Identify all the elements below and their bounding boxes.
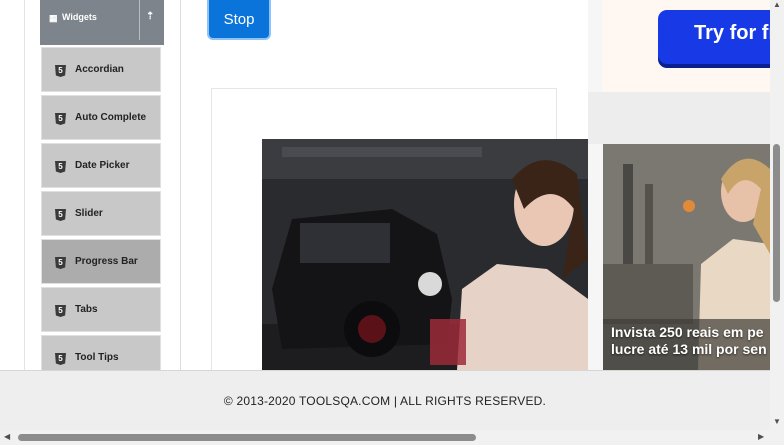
group-label: Widgets <box>62 12 97 22</box>
scroll-left-icon[interactable]: ◀ <box>4 432 10 441</box>
ad-photo <box>262 139 588 370</box>
html5-icon: 5 <box>55 257 66 269</box>
sidebar-item-tool-tips[interactable]: 5 Tool Tips <box>41 335 161 370</box>
sidebar-item-tabs[interactable]: 5 Tabs <box>41 287 161 332</box>
sidebar-item-label: Accordian <box>75 64 124 75</box>
ad-image[interactable] <box>262 139 588 370</box>
html5-icon: 5 <box>55 113 66 125</box>
sidebar-item-label: Slider <box>75 208 103 219</box>
vertical-scroll-thumb[interactable] <box>773 144 780 302</box>
upload-icon[interactable]: ⇡ <box>146 11 154 22</box>
html5-icon: 5 <box>55 65 66 77</box>
grid-icon: ▦ <box>49 13 58 23</box>
html5-icon: 5 <box>55 353 66 365</box>
right-ad-column: Try for fr Invista 250 reais em pe lucre… <box>588 0 770 370</box>
sidebar-item-accordian[interactable]: 5 Accordian <box>41 47 161 92</box>
horizontal-scrollbar[interactable]: ◀ ▶ <box>0 430 784 445</box>
sidebar-item-slider[interactable]: 5 Slider <box>41 191 161 236</box>
sidebar-item-label: Auto Complete <box>75 112 147 123</box>
copyright-text: © 2013-2020 TOOLSQA.COM | ALL RIGHTS RES… <box>223 394 547 408</box>
scroll-down-icon[interactable]: ▼ <box>772 417 782 426</box>
ad-card[interactable]: Invista 250 reais em pe lucre até 13 mil… <box>603 144 770 370</box>
footer: © 2013-2020 TOOLSQA.COM | ALL RIGHTS RES… <box>0 370 770 430</box>
header-divider <box>139 0 140 40</box>
scroll-right-icon[interactable]: ▶ <box>758 432 764 441</box>
sidebar-divider <box>180 0 181 370</box>
sidebar: ▦ Widgets ⇡ 5 Accordian 5 Auto Complete … <box>40 0 164 370</box>
sidebar-item-label: Date Picker <box>75 160 130 171</box>
widgets-group-header[interactable]: ▦ Widgets ⇡ <box>40 0 164 45</box>
sidebar-item-date-picker[interactable]: 5 Date Picker <box>41 143 161 188</box>
sidebar-item-auto-complete[interactable]: 5 Auto Complete <box>41 95 161 140</box>
sidebar-item-label: Progress Bar <box>75 256 138 267</box>
left-gutter <box>0 0 25 370</box>
ad-caption-line: Invista 250 reais em pe <box>611 324 764 340</box>
vertical-scrollbar[interactable]: ▲ ▼ <box>770 0 784 430</box>
html5-icon: 5 <box>55 161 66 173</box>
scroll-up-icon[interactable]: ▲ <box>772 0 782 9</box>
ad-pattern <box>588 92 770 144</box>
ad-banner: Try for fr <box>602 0 770 92</box>
stop-button[interactable]: Stop <box>209 0 269 38</box>
sidebar-item-progress-bar[interactable]: 5 Progress Bar <box>41 239 161 284</box>
horizontal-scroll-thumb[interactable] <box>18 434 476 441</box>
sidebar-item-label: Tool Tips <box>75 352 119 363</box>
html5-icon: 5 <box>55 305 66 317</box>
ad-caption: Invista 250 reais em pe lucre até 13 mil… <box>611 324 767 358</box>
ad-caption-line: lucre até 13 mil por sen <box>611 341 767 357</box>
html5-icon: 5 <box>55 209 66 221</box>
try-for-free-button[interactable]: Try for fr <box>658 10 770 64</box>
sidebar-item-label: Tabs <box>75 304 98 315</box>
